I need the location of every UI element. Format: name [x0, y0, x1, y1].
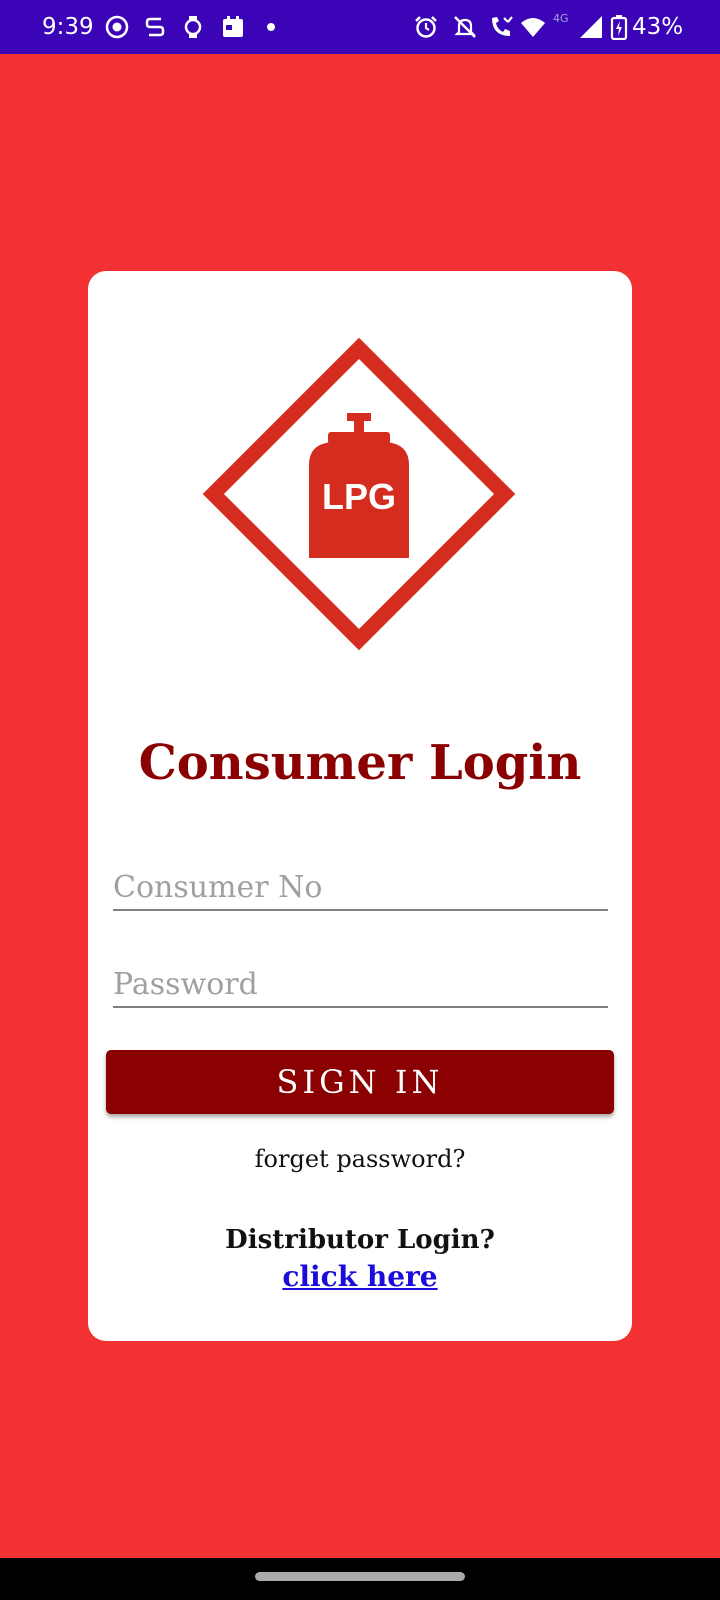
wifi-icon — [520, 14, 546, 40]
wifi-calling-icon — [488, 14, 514, 40]
password-input[interactable] — [113, 962, 608, 1008]
network-type: 4G — [553, 12, 569, 25]
watch-icon — [180, 14, 206, 40]
status-time: 9:39 — [42, 14, 94, 40]
battery-percent: 43% — [632, 14, 684, 40]
calendar-icon — [220, 14, 246, 40]
logo-text: LPG — [322, 476, 396, 517]
login-card: LPG Consumer Login SIGN IN forget passwo… — [88, 271, 632, 1341]
signal-icon — [578, 14, 604, 40]
mute-icon — [452, 14, 478, 40]
sign-in-button[interactable]: SIGN IN — [106, 1050, 614, 1114]
distributor-login-label: Distributor Login? — [225, 1225, 495, 1255]
alarm-icon — [413, 14, 439, 40]
status-bar: 9:39 4G 43% — [0, 0, 720, 54]
navigation-bar — [0, 1558, 720, 1600]
consumer-number-input[interactable] — [113, 865, 608, 911]
lpg-logo: LPG — [196, 331, 522, 657]
battery-icon — [610, 14, 628, 40]
record-icon — [104, 14, 130, 40]
sync-icon — [142, 14, 168, 40]
forget-password-link[interactable]: forget password? — [88, 1143, 632, 1175]
notification-dot-icon — [258, 14, 284, 40]
page-title: Consumer Login — [138, 735, 582, 791]
home-gesture-handle[interactable] — [255, 1572, 465, 1581]
distributor-login-link[interactable]: click here — [88, 1259, 632, 1295]
